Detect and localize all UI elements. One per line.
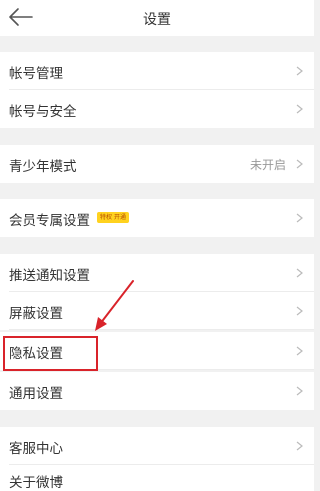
settings-item-account-management[interactable]: 帐号管理 [0, 52, 314, 90]
chevron-right-icon [296, 441, 303, 451]
chevron-right-icon [296, 346, 303, 356]
settings-item-block-settings[interactable]: 屏蔽设置 [0, 292, 314, 330]
settings-item-label: 客服中心 [9, 441, 63, 457]
settings-item-account-security[interactable]: 帐号与安全 [0, 90, 314, 128]
settings-item-general[interactable]: 通用设置 [0, 372, 314, 410]
top-bar: 设置 [0, 0, 314, 36]
chevron-right-icon [296, 386, 303, 396]
chevron-right-icon [296, 213, 303, 223]
chevron-right-icon [296, 268, 303, 278]
settings-item-label: 帐号与安全 [9, 104, 77, 120]
settings-item-label: 通用设置 [9, 386, 63, 402]
settings-item-vip-settings[interactable]: 会员专属设置 特权 开通 [0, 199, 314, 237]
youth-mode-status: 未开启 [249, 158, 286, 172]
settings-item-label: 关于微博 [9, 475, 63, 491]
chevron-right-icon [296, 66, 303, 76]
settings-item-label: 帐号管理 [9, 66, 63, 82]
settings-item-label: 屏蔽设置 [9, 306, 63, 322]
chevron-right-icon [296, 159, 303, 169]
settings-item-label: 推送通知设置 [9, 268, 90, 284]
vip-badge: 特权 开通 [97, 212, 129, 223]
highlight-box [3, 336, 98, 371]
settings-item-youth-mode[interactable]: 青少年模式 未开启 [0, 145, 314, 183]
settings-item-label: 会员专属设置 [9, 213, 90, 229]
chevron-right-icon [296, 306, 303, 316]
chevron-right-icon [296, 104, 303, 114]
divider [9, 329, 314, 330]
settings-item-push-notifications[interactable]: 推送通知设置 [0, 254, 314, 292]
page-title: 设置 [143, 12, 171, 28]
settings-item-label: 青少年模式 [9, 159, 77, 175]
settings-item-about[interactable]: 关于微博 [0, 465, 314, 491]
settings-item-customer-service[interactable]: 客服中心 [0, 427, 314, 465]
